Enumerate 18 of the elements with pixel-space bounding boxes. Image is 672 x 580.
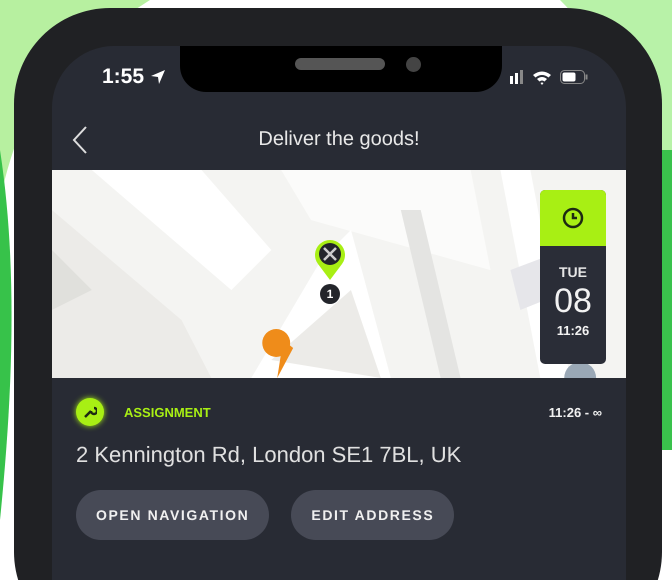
signal-icon [510,70,524,84]
status-time: 1:55 [102,65,144,89]
back-icon[interactable] [72,126,88,154]
map-pin-icon[interactable] [314,238,346,280]
action-button[interactable]: EDIT ADDRESS [291,490,454,540]
date-day: TUE [559,264,587,280]
task-type: ASSIGNMENT [124,404,211,420]
date-card[interactable]: TUE 08 11:26 [540,190,606,364]
time-range: 11:26 - ∞ [548,404,602,420]
wifi-icon [532,70,552,84]
location-arrow-icon [150,69,166,85]
date-time: 11:26 [556,323,590,338]
date-number: 08 [554,282,592,321]
screen-title: Deliver the goods! [258,128,420,150]
clock-icon [562,207,584,229]
action-button[interactable]: OPEN NAVIGATION [76,490,270,540]
address-text: 2 Kennington Rd, London SE1 7BL, UK [76,442,462,468]
battery-icon [560,70,588,84]
